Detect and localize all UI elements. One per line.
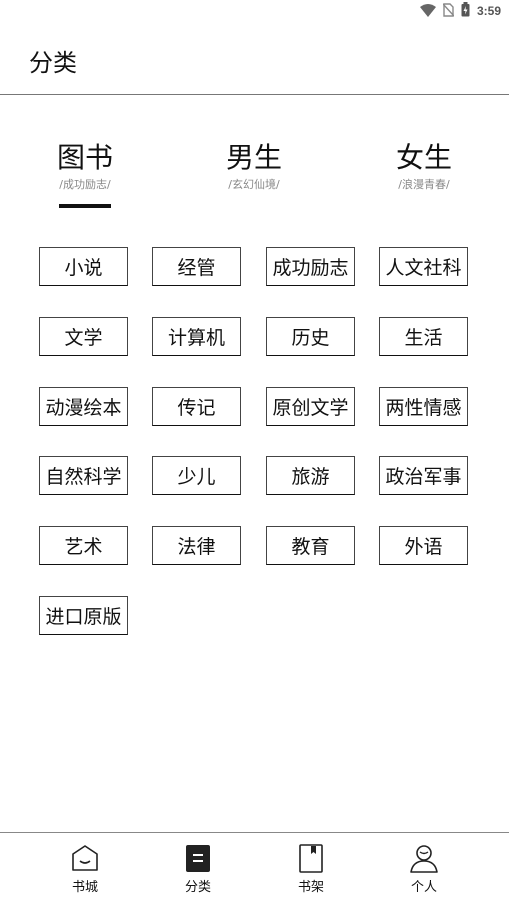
nav-item-bookstore[interactable]: 书城 <box>50 843 120 899</box>
category-button[interactable]: 文学 <box>39 317 128 356</box>
category-button[interactable]: 生活 <box>379 317 468 356</box>
bookshelf-icon <box>296 843 326 873</box>
nav-label: 个人 <box>410 880 437 895</box>
category-button[interactable]: 原创文学 <box>266 387 355 426</box>
category-button[interactable]: 少儿 <box>152 456 241 495</box>
status-time: 3:59 <box>476 4 501 18</box>
category-button[interactable]: 艺术 <box>39 526 128 565</box>
category-button[interactable]: 政治军事 <box>379 456 468 495</box>
nav-label: 书城 <box>71 880 98 895</box>
category-button[interactable]: 旅游 <box>266 456 355 495</box>
battery-charging-icon <box>461 1 470 21</box>
category-button[interactable]: 法律 <box>152 526 241 565</box>
tab-subtitle: /玄幻仙境/ <box>228 178 280 191</box>
tab-female[interactable]: 女生 /浪漫青春/ <box>364 140 484 192</box>
category-button[interactable]: 教育 <box>266 526 355 565</box>
status-icons: 3:59 <box>419 1 501 21</box>
category-button[interactable]: 自然科学 <box>39 456 128 495</box>
nav-label: 分类 <box>184 880 211 895</box>
nav-item-bookshelf[interactable]: 书架 <box>276 843 346 899</box>
nav-item-profile[interactable]: 个人 <box>389 843 459 899</box>
category-button[interactable]: 两性情感 <box>379 387 468 426</box>
header: 分类 <box>0 22 509 95</box>
category-button[interactable]: 进口原版 <box>39 596 128 635</box>
category-button[interactable]: 传记 <box>152 387 241 426</box>
tab-title: 女生 <box>395 141 452 174</box>
tab-male[interactable]: 男生 /玄幻仙境/ <box>194 140 314 192</box>
category-button[interactable]: 计算机 <box>152 317 241 356</box>
category-icon <box>183 843 213 873</box>
category-button[interactable]: 经管 <box>152 247 241 286</box>
tab-books[interactable]: 图书 /成功励志/ <box>25 140 145 208</box>
tab-title: 图书 <box>56 141 113 174</box>
category-button[interactable]: 成功励志 <box>266 247 355 286</box>
bottom-nav: 书城 分类 书架 个人 <box>0 832 509 907</box>
no-sim-icon <box>442 2 455 21</box>
nav-item-category[interactable]: 分类 <box>163 843 233 899</box>
profile-icon <box>409 843 439 873</box>
category-button[interactable]: 动漫绘本 <box>39 387 128 426</box>
category-button[interactable]: 历史 <box>266 317 355 356</box>
status-bar: 3:59 <box>0 0 509 22</box>
bookstore-icon <box>70 843 100 873</box>
category-tabs: 图书 /成功励志/ 男生 /玄幻仙境/ 女生 /浪漫青春/ <box>0 140 509 220</box>
tab-title: 男生 <box>225 141 282 174</box>
active-tab-indicator <box>59 204 111 208</box>
tab-subtitle: /成功励志/ <box>59 178 111 191</box>
category-button[interactable]: 外语 <box>379 526 468 565</box>
category-button[interactable]: 小说 <box>39 247 128 286</box>
page-title: 分类 <box>29 49 77 77</box>
category-button[interactable]: 人文社科 <box>379 247 468 286</box>
wifi-icon <box>419 2 436 21</box>
tab-subtitle: /浪漫青春/ <box>398 178 450 191</box>
nav-label: 书架 <box>297 880 324 895</box>
